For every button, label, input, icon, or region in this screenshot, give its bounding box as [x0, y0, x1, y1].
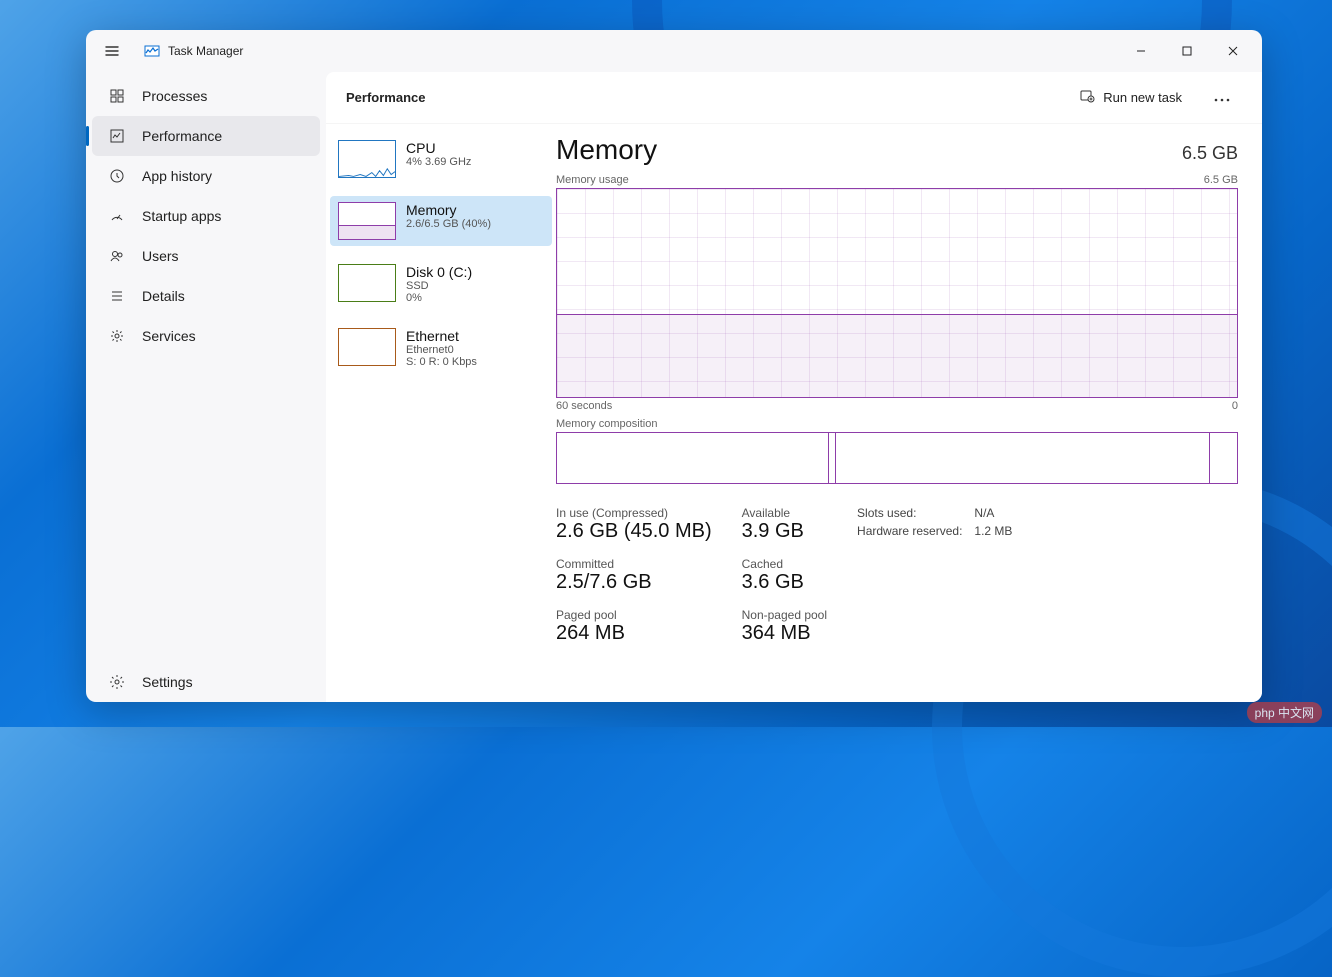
minimize-button[interactable] [1118, 35, 1164, 67]
sidebar-item-services[interactable]: Services [92, 316, 320, 356]
grid-icon [108, 87, 126, 105]
gauge-icon [108, 207, 126, 225]
perf-tile-ethernet[interactable]: Ethernet Ethernet0 S: 0 R: 0 Kbps [330, 322, 552, 374]
sidebar-item-app-history[interactable]: App history [92, 156, 320, 196]
sidebar-item-label: Processes [142, 88, 207, 104]
sidebar-item-label: Services [142, 328, 196, 344]
stat-hw-value: 1.2 MB [974, 524, 1012, 538]
stat-paged-value: 264 MB [556, 622, 712, 645]
eth-tile-title: Ethernet [406, 328, 477, 344]
toolbar: Performance Run new task [326, 72, 1262, 124]
sidebar-item-label: Settings [142, 674, 193, 690]
usage-label-left: Memory usage [556, 174, 629, 186]
perf-tile-cpu[interactable]: CPU 4% 3.69 GHz [330, 134, 552, 184]
close-button[interactable] [1210, 35, 1256, 67]
stat-available-label: Available [742, 506, 827, 520]
cpu-tile-title: CPU [406, 140, 471, 156]
sidebar-item-performance[interactable]: Performance [92, 116, 320, 156]
memory-detail-panel: Memory 6.5 GB Memory usage 6.5 GB 60 sec… [556, 124, 1262, 702]
memory-composition-chart[interactable] [556, 432, 1238, 484]
stat-slots-label: Slots used: [857, 506, 962, 520]
sidebar-item-label: Details [142, 288, 185, 304]
gear-icon [108, 327, 126, 345]
perf-tile-memory[interactable]: Memory 2.6/6.5 GB (40%) [330, 196, 552, 246]
stat-committed-value: 2.5/7.6 GB [556, 571, 712, 594]
cpu-thumbnail [338, 140, 396, 178]
stat-available-value: 3.9 GB [742, 520, 827, 543]
sidebar-item-label: Startup apps [142, 208, 221, 224]
more-icon [1214, 90, 1230, 105]
eth-tile-sub1: Ethernet0 [406, 344, 477, 356]
stat-cached-value: 3.6 GB [742, 571, 827, 594]
disk-tile-sub1: SSD [406, 280, 472, 292]
stat-committed-label: Committed [556, 557, 712, 571]
sidebar: Processes Performance App history Startu… [86, 72, 326, 702]
sidebar-item-users[interactable]: Users [92, 236, 320, 276]
stat-nonpaged-label: Non-paged pool [742, 608, 827, 622]
app-title: Task Manager [168, 44, 243, 58]
performance-icon [108, 127, 126, 145]
sidebar-item-label: Users [142, 248, 179, 264]
stat-paged-label: Paged pool [556, 608, 712, 622]
disk-tile-sub2: 0% [406, 292, 472, 304]
detail-capacity: 6.5 GB [1182, 143, 1238, 164]
run-new-task-button[interactable]: Run new task [1067, 81, 1194, 115]
memory-usage-chart[interactable] [556, 188, 1238, 398]
history-icon [108, 167, 126, 185]
perf-tile-disk[interactable]: Disk 0 (C:) SSD 0% [330, 258, 552, 310]
more-options-button[interactable] [1202, 81, 1242, 115]
sidebar-item-startup-apps[interactable]: Startup apps [92, 196, 320, 236]
sidebar-item-settings[interactable]: Settings [92, 662, 320, 702]
sidebar-item-processes[interactable]: Processes [92, 76, 320, 116]
memory-tile-sub: 2.6/6.5 GB (40%) [406, 218, 491, 230]
stat-in-use-label: In use (Compressed) [556, 506, 712, 520]
task-manager-window: Task Manager Processes Performance App h… [86, 30, 1262, 702]
sidebar-item-label: Performance [142, 128, 222, 144]
run-new-task-label: Run new task [1103, 90, 1182, 105]
eth-tile-sub2: S: 0 R: 0 Kbps [406, 356, 477, 368]
sidebar-item-details[interactable]: Details [92, 276, 320, 316]
composition-label: Memory composition [556, 418, 657, 430]
memory-tile-title: Memory [406, 202, 491, 218]
stat-slots-value: N/A [974, 506, 1012, 520]
axis-right: 0 [1232, 400, 1238, 412]
cpu-tile-sub: 4% 3.69 GHz [406, 156, 471, 168]
hamburger-menu-button[interactable] [92, 31, 132, 71]
users-icon [108, 247, 126, 265]
ethernet-thumbnail [338, 328, 396, 366]
stat-nonpaged-value: 364 MB [742, 622, 827, 645]
stat-in-use-value: 2.6 GB (45.0 MB) [556, 520, 712, 543]
disk-thumbnail [338, 264, 396, 302]
stat-cached-label: Cached [742, 557, 827, 571]
performance-tile-list: CPU 4% 3.69 GHz Memory 2.6/6.5 GB (40%) [326, 124, 556, 702]
memory-stats: In use (Compressed) 2.6 GB (45.0 MB) Com… [556, 506, 1238, 645]
detail-title: Memory [556, 134, 657, 166]
run-task-icon [1079, 88, 1095, 107]
disk-tile-title: Disk 0 (C:) [406, 264, 472, 280]
app-icon [144, 43, 160, 59]
main-panel: Performance Run new task [326, 72, 1262, 702]
list-icon [108, 287, 126, 305]
titlebar: Task Manager [86, 30, 1262, 72]
watermark: php 中文网 [1247, 702, 1322, 723]
settings-icon [108, 673, 126, 691]
usage-label-right: 6.5 GB [1204, 174, 1238, 186]
memory-thumbnail [338, 202, 396, 240]
page-title: Performance [346, 90, 425, 105]
axis-left: 60 seconds [556, 400, 612, 412]
sidebar-item-label: App history [142, 168, 212, 184]
maximize-button[interactable] [1164, 35, 1210, 67]
stat-hw-label: Hardware reserved: [857, 524, 962, 538]
